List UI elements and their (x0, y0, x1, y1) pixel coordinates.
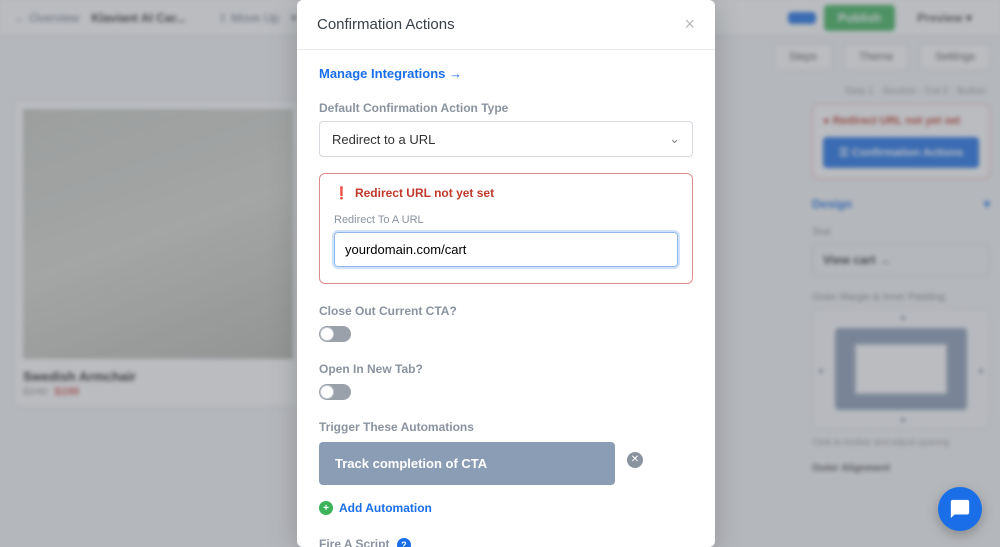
error-text: ❗ Redirect URL not yet set (334, 186, 678, 200)
action-type-select[interactable]: Redirect to a URL ⌄ (319, 121, 693, 157)
manage-integrations-link[interactable]: Manage Integrations → (319, 66, 693, 81)
automation-pill[interactable]: Track completion of CTA (319, 442, 615, 485)
modal-title: Confirmation Actions (317, 16, 455, 33)
remove-automation-icon[interactable]: ✕ (627, 452, 643, 468)
chevron-down-icon: ⌄ (669, 131, 680, 147)
redirect-url-input[interactable] (334, 232, 678, 267)
trigger-label: Trigger These Automations (319, 420, 693, 434)
confirmation-actions-modal: Confirmation Actions × Manage Integratio… (297, 0, 715, 547)
closeout-toggle[interactable] (319, 326, 351, 342)
newtab-label: Open In New Tab? (319, 362, 693, 376)
help-icon[interactable]: ? (397, 538, 411, 547)
default-action-label: Default Confirmation Action Type (319, 101, 693, 115)
redirect-url-label: Redirect To A URL (334, 214, 678, 226)
add-automation-button[interactable]: + Add Automation (319, 501, 693, 515)
newtab-toggle[interactable] (319, 384, 351, 400)
plus-icon: + (319, 501, 333, 515)
chat-icon (949, 498, 971, 520)
chat-widget[interactable] (938, 487, 982, 531)
closeout-label: Close Out Current CTA? (319, 304, 693, 318)
warning-icon: ❗ (334, 186, 349, 200)
redirect-error-box: ❗ Redirect URL not yet set Redirect To A… (319, 173, 693, 284)
close-icon[interactable]: × (684, 14, 695, 35)
fire-script-label: Fire A Script ? (319, 537, 693, 547)
